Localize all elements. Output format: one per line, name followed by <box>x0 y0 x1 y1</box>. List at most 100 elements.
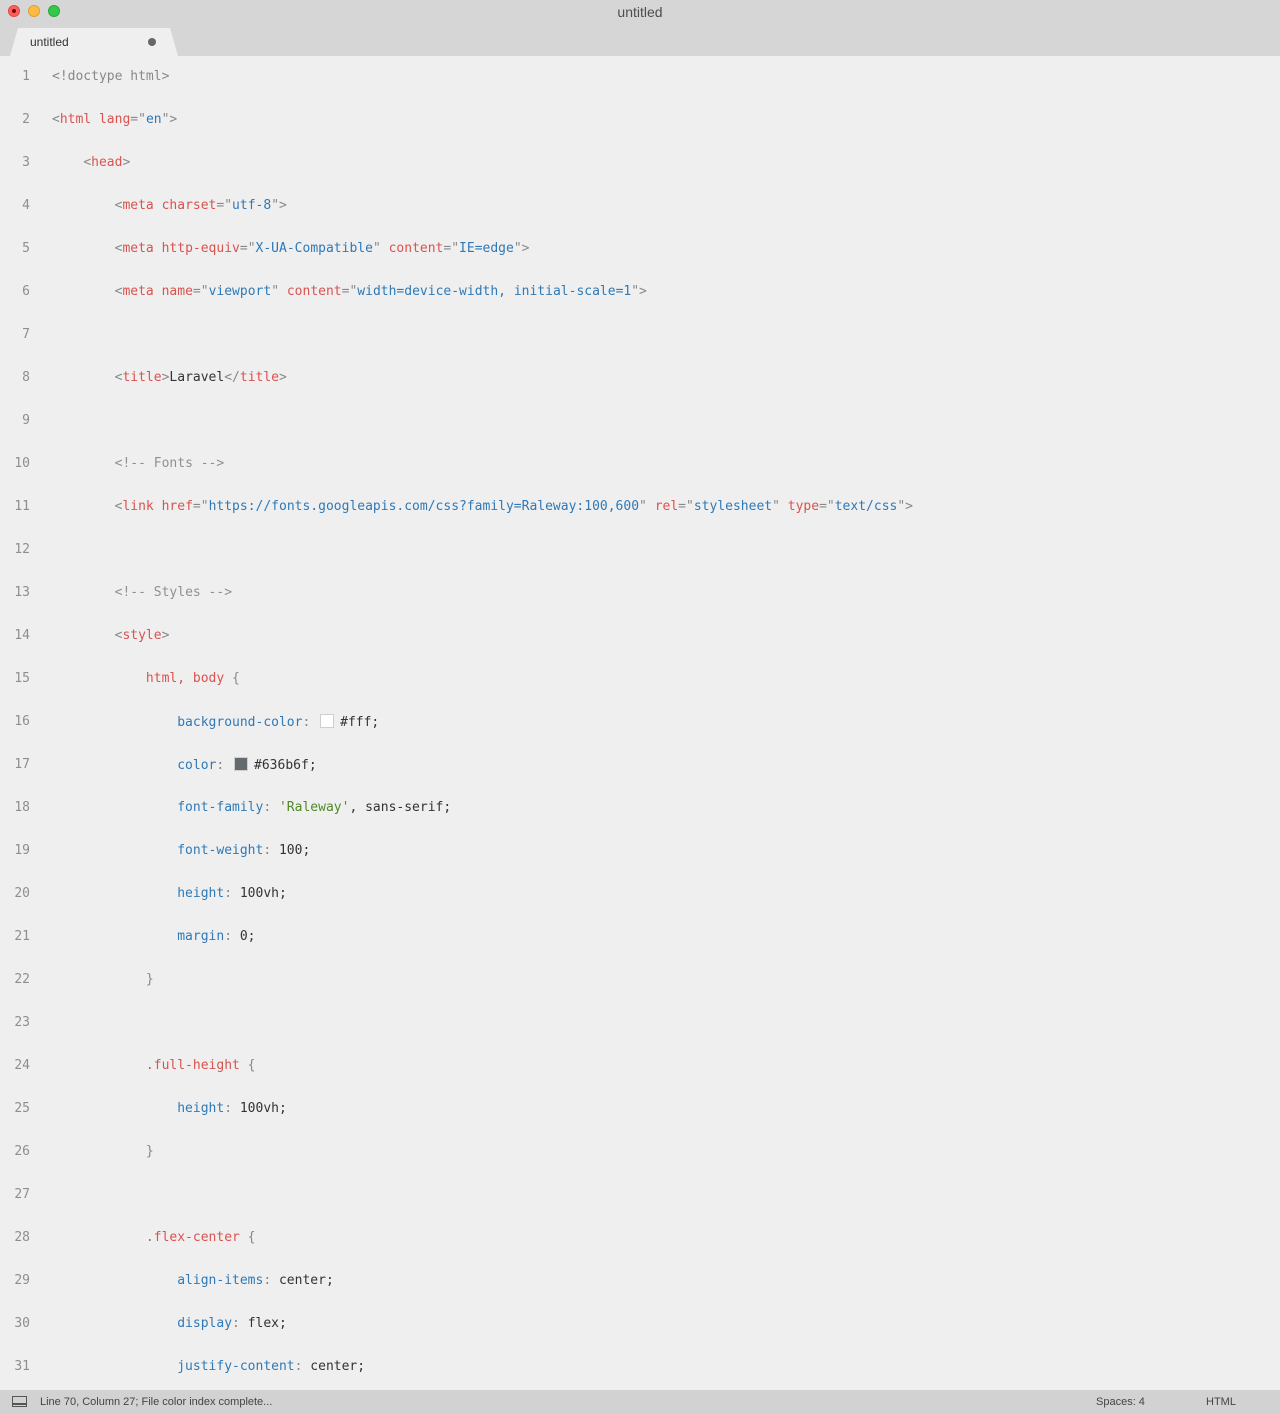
tab-untitled[interactable]: untitled <box>10 28 178 56</box>
code-line[interactable]: 21 margin: 0; <box>0 916 1280 959</box>
code-line[interactable]: 2 <html lang="en"> <box>0 99 1280 142</box>
css-property: font-family <box>177 800 264 815</box>
line-code: <meta http-equiv="X-UA-Compatible" conte… <box>52 241 530 256</box>
attribute-name: content <box>286 284 342 299</box>
punctuation: : <box>263 1273 279 1288</box>
code-editor[interactable]: 1 <!doctype html> 2 <html lang="en"> 3 <head… <box>0 56 1280 1390</box>
punctuation: =" <box>443 241 460 256</box>
code-line[interactable]: 23 <box>0 1002 1280 1045</box>
text <box>52 370 115 385</box>
text: , sans-serif; <box>349 800 452 815</box>
code-line[interactable]: 28 .flex-center { <box>0 1217 1280 1260</box>
punctuation: } <box>145 972 154 987</box>
punctuation: { <box>232 671 240 686</box>
text <box>52 886 177 901</box>
string-value: https://fonts.googleapis.com/css?family=… <box>208 499 640 514</box>
css-property: color <box>177 758 217 773</box>
code-line[interactable]: 7 <box>0 314 1280 357</box>
punctuation: > <box>161 628 170 643</box>
code-line[interactable]: 25 height: 100vh; <box>0 1088 1280 1131</box>
punctuation: : <box>294 1359 311 1374</box>
text <box>52 1230 146 1245</box>
text: 100; <box>278 843 311 858</box>
css-selector: html, body <box>145 671 225 686</box>
punctuation: =" <box>678 499 694 514</box>
tag-name: title <box>239 370 280 385</box>
color-swatch-icon <box>234 757 249 771</box>
punctuation: "> <box>897 499 914 514</box>
line-number: 16 <box>14 714 30 729</box>
line-number: 8 <box>22 370 30 385</box>
attribute-name: lang <box>98 112 131 127</box>
text <box>780 499 788 514</box>
line-number: 26 <box>14 1144 30 1159</box>
code-line[interactable]: 5 <meta http-equiv="X-UA-Compatible" con… <box>0 228 1280 271</box>
text: 100vh; <box>239 1101 287 1116</box>
text: Laravel <box>169 370 225 385</box>
syntax-selector[interactable]: HTML <box>1206 1396 1236 1408</box>
punctuation: =" <box>216 198 233 213</box>
punctuation: : <box>224 1101 240 1116</box>
line-number: 1 <box>22 69 30 84</box>
code-line[interactable]: 3 <head> <box>0 142 1280 185</box>
code-line[interactable]: 27 <box>0 1174 1280 1217</box>
punctuation: "> <box>271 198 287 213</box>
code-line[interactable]: 9 <box>0 400 1280 443</box>
line-code: <style> <box>52 628 170 643</box>
code-line[interactable]: 17 color: #636b6f; <box>0 744 1280 787</box>
code-line[interactable]: 10 <!-- Fonts --> <box>0 443 1280 486</box>
code-line[interactable]: 6 <meta name="viewport" content="width=d… <box>0 271 1280 314</box>
text <box>52 843 177 858</box>
text <box>240 1058 248 1073</box>
css-selector: .full-height <box>145 1058 240 1073</box>
code-line[interactable]: 31 justify-content: center; <box>0 1346 1280 1389</box>
comment: <!-- Styles --> <box>114 585 233 600</box>
window-title: untitled <box>617 4 663 20</box>
line-number: 19 <box>14 843 30 858</box>
code-line[interactable]: 15 html, body { <box>0 658 1280 701</box>
punctuation: : <box>302 715 319 730</box>
line-code: <meta name="viewport" content="width=dev… <box>52 284 647 299</box>
string-value: utf-8 <box>232 198 272 213</box>
code-line[interactable]: 20 height: 100vh; <box>0 873 1280 916</box>
code-line[interactable]: 18 font-family: 'Raleway', sans-serif; <box>0 787 1280 830</box>
code-line[interactable]: 30 display: flex; <box>0 1303 1280 1346</box>
punctuation: " <box>372 241 381 256</box>
indentation-selector[interactable]: Spaces: 4 <box>1096 1396 1145 1408</box>
line-number: 29 <box>14 1273 30 1288</box>
panel-toggle-icon[interactable] <box>12 1396 27 1407</box>
code-line[interactable]: 19 font-weight: 100; <box>0 830 1280 873</box>
code-line[interactable]: 29 align-items: center; <box>0 1260 1280 1303</box>
css-property: font-weight <box>177 843 264 858</box>
attribute-name: charset <box>161 198 217 213</box>
punctuation: " <box>639 499 647 514</box>
attribute-name: rel <box>654 499 679 514</box>
line-number: 10 <box>14 456 30 471</box>
code-line[interactable]: 12 <box>0 529 1280 572</box>
attribute-name: name <box>161 284 193 299</box>
css-property: margin <box>177 929 225 944</box>
unsaved-dot-icon[interactable] <box>148 38 156 46</box>
code-line[interactable]: 14 <style> <box>0 615 1280 658</box>
punctuation: : <box>263 800 279 815</box>
attribute-name: type <box>787 499 820 514</box>
code-line[interactable]: 13 <!-- Styles --> <box>0 572 1280 615</box>
code-line[interactable]: 1 <!doctype html> <box>0 56 1280 99</box>
code-line[interactable]: 8 <title>Laravel</title> <box>0 357 1280 400</box>
text <box>240 1230 248 1245</box>
text <box>52 284 115 299</box>
text <box>154 284 162 299</box>
line-code: .flex-center { <box>52 1230 256 1245</box>
code-line[interactable]: 4 <meta charset="utf-8"> <box>0 185 1280 228</box>
code-line[interactable]: 16 background-color: #fff; <box>0 701 1280 744</box>
code-line[interactable]: 22 } <box>0 959 1280 1002</box>
code-line[interactable]: 26 } <box>0 1131 1280 1174</box>
css-selector: .flex-center <box>145 1230 240 1245</box>
text <box>154 198 162 213</box>
line-number: 15 <box>14 671 30 686</box>
string-value: text/css <box>834 499 898 514</box>
code-line[interactable]: 11 <link href="https://fonts.googleapis.… <box>0 486 1280 529</box>
line-number: 18 <box>14 800 30 815</box>
code-line[interactable]: 24 .full-height { <box>0 1045 1280 1088</box>
comment: <!-- Fonts --> <box>114 456 225 471</box>
